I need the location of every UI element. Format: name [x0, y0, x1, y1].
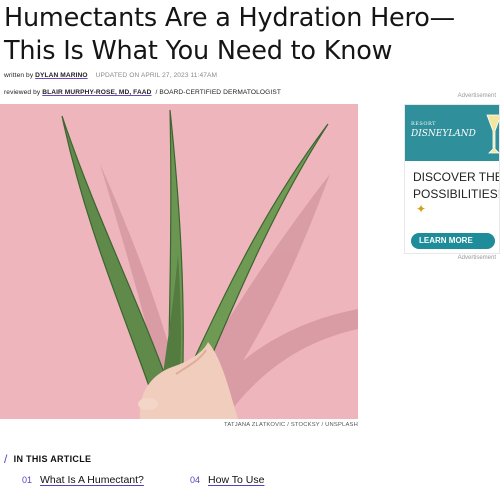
written-by-label: written by: [4, 72, 34, 79]
aloe-vera-illustration: [0, 104, 358, 419]
reviewed-by-label: reviewed by: [4, 89, 41, 96]
ad-header: RESORT DISNEYLAND: [405, 105, 499, 161]
cocktail-glass-icon: [486, 114, 499, 154]
ad-label-bottom: Advertisement: [457, 255, 496, 261]
hero-image: [0, 104, 358, 419]
advertisement-banner[interactable]: RESORT DISNEYLAND DISCOVER THE POSSIBILI…: [404, 104, 500, 254]
image-credit: TATJANA ZLATKOVIC / STOCKSY / UNSPLASH: [224, 422, 358, 428]
ad-brand: DISNEYLAND: [411, 129, 476, 139]
author-link[interactable]: DYLAN MARINO: [35, 72, 87, 79]
reviewer-role: / BOARD-CERTIFIED DERMATOLOGIST: [155, 89, 281, 96]
slash-icon: /: [4, 452, 8, 466]
toc-item[interactable]: 01 What Is A Humectant?: [22, 474, 144, 486]
updated-date: UPDATED ON APRIL 27, 2023 11:47AM: [95, 72, 218, 79]
ad-brand-small: RESORT: [411, 121, 436, 127]
byline-author: written by DYLAN MARINO UPDATED ON APRIL…: [4, 72, 217, 79]
toc-link[interactable]: How To Use: [208, 474, 264, 486]
disneyland-logo: RESORT DISNEYLAND: [411, 119, 476, 139]
toc-link[interactable]: What Is A Humectant?: [40, 474, 144, 486]
toc-item[interactable]: 04 How To Use: [190, 474, 264, 486]
ad-headline: DISCOVER THE POSSIBILITIES!: [413, 170, 500, 201]
reviewer-link[interactable]: BLAIR MURPHY-ROSE, MD, FAAD: [42, 89, 151, 96]
toc-number: 01: [22, 475, 33, 485]
sparkle-icon: ✦: [416, 202, 427, 216]
ad-label-top: Advertisement: [457, 93, 496, 99]
toc-number: 04: [190, 475, 201, 485]
article-title: Humectants Are a Hydration Hero—This Is …: [4, 3, 455, 66]
learn-more-button[interactable]: LEARN MORE: [411, 233, 495, 249]
byline-reviewer: reviewed by BLAIR MURPHY-ROSE, MD, FAAD …: [4, 89, 281, 96]
in-this-article-heading: / IN THIS ARTICLE: [4, 452, 92, 466]
